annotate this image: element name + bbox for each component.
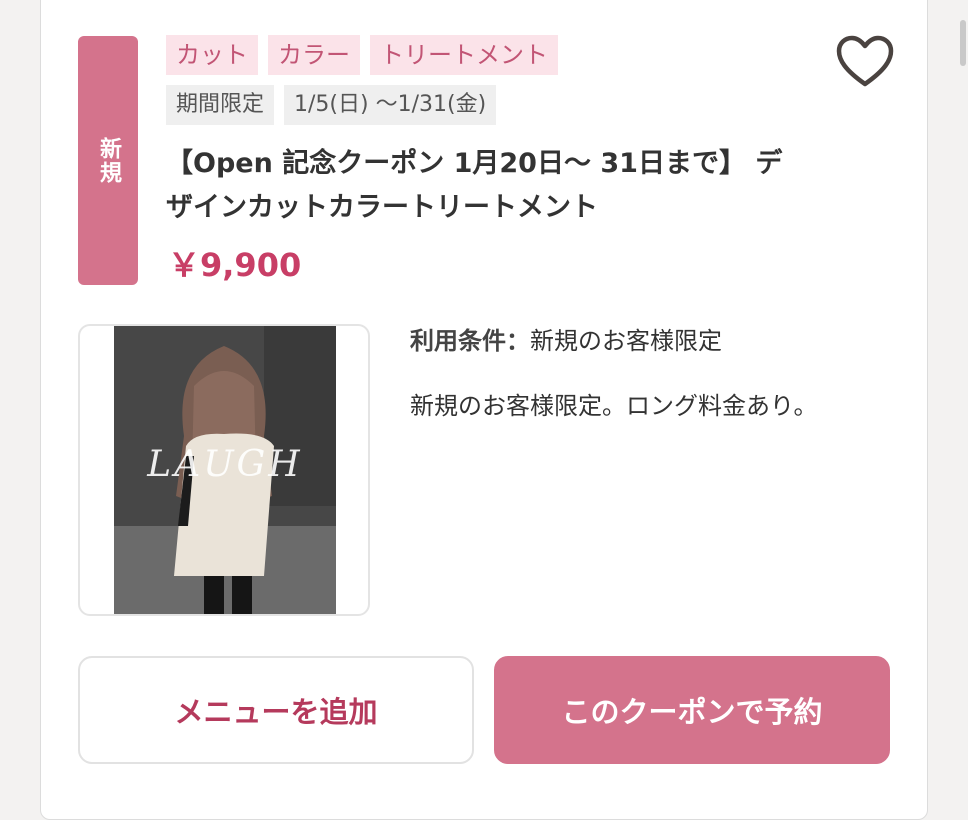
add-menu-button[interactable]: メニューを追加	[78, 656, 474, 764]
condition-label: 利用条件：	[410, 327, 530, 355]
coupon-description: 新規のお客様限定。ロング料金あり。	[410, 392, 818, 420]
tag-cut: カット	[166, 35, 258, 75]
tag-color: カラー	[268, 35, 360, 75]
tag-treatment: トリートメント	[370, 35, 558, 75]
heart-icon[interactable]	[835, 34, 895, 90]
new-badge-label: 新規	[96, 136, 121, 185]
usage-condition: 利用条件：新規のお客様限定	[410, 324, 722, 358]
period-range: 1/5(日) 〜1/31(金)	[284, 85, 497, 125]
hairstyle-photo: LAUGH	[114, 326, 336, 614]
new-customer-badge: 新規	[78, 36, 138, 285]
scrollbar[interactable]	[960, 20, 966, 66]
condition-value: 新規のお客様限定	[530, 327, 722, 355]
coupon-price: ￥9,900	[168, 246, 302, 284]
menu-tags: カット カラー トリートメント	[166, 35, 558, 75]
coupon-photo-frame[interactable]: LAUGH	[78, 324, 370, 616]
coupon-title: 【Open 記念クーポン 1月20日〜 31日まで】 デザインカットカラートリー…	[166, 148, 783, 223]
photo-watermark: LAUGH	[147, 444, 303, 485]
period-label: 期間限定	[166, 85, 275, 125]
reserve-coupon-button[interactable]: このクーポンで予約	[494, 656, 890, 764]
period-row: 期間限定 1/5(日) 〜1/31(金)	[166, 85, 497, 125]
